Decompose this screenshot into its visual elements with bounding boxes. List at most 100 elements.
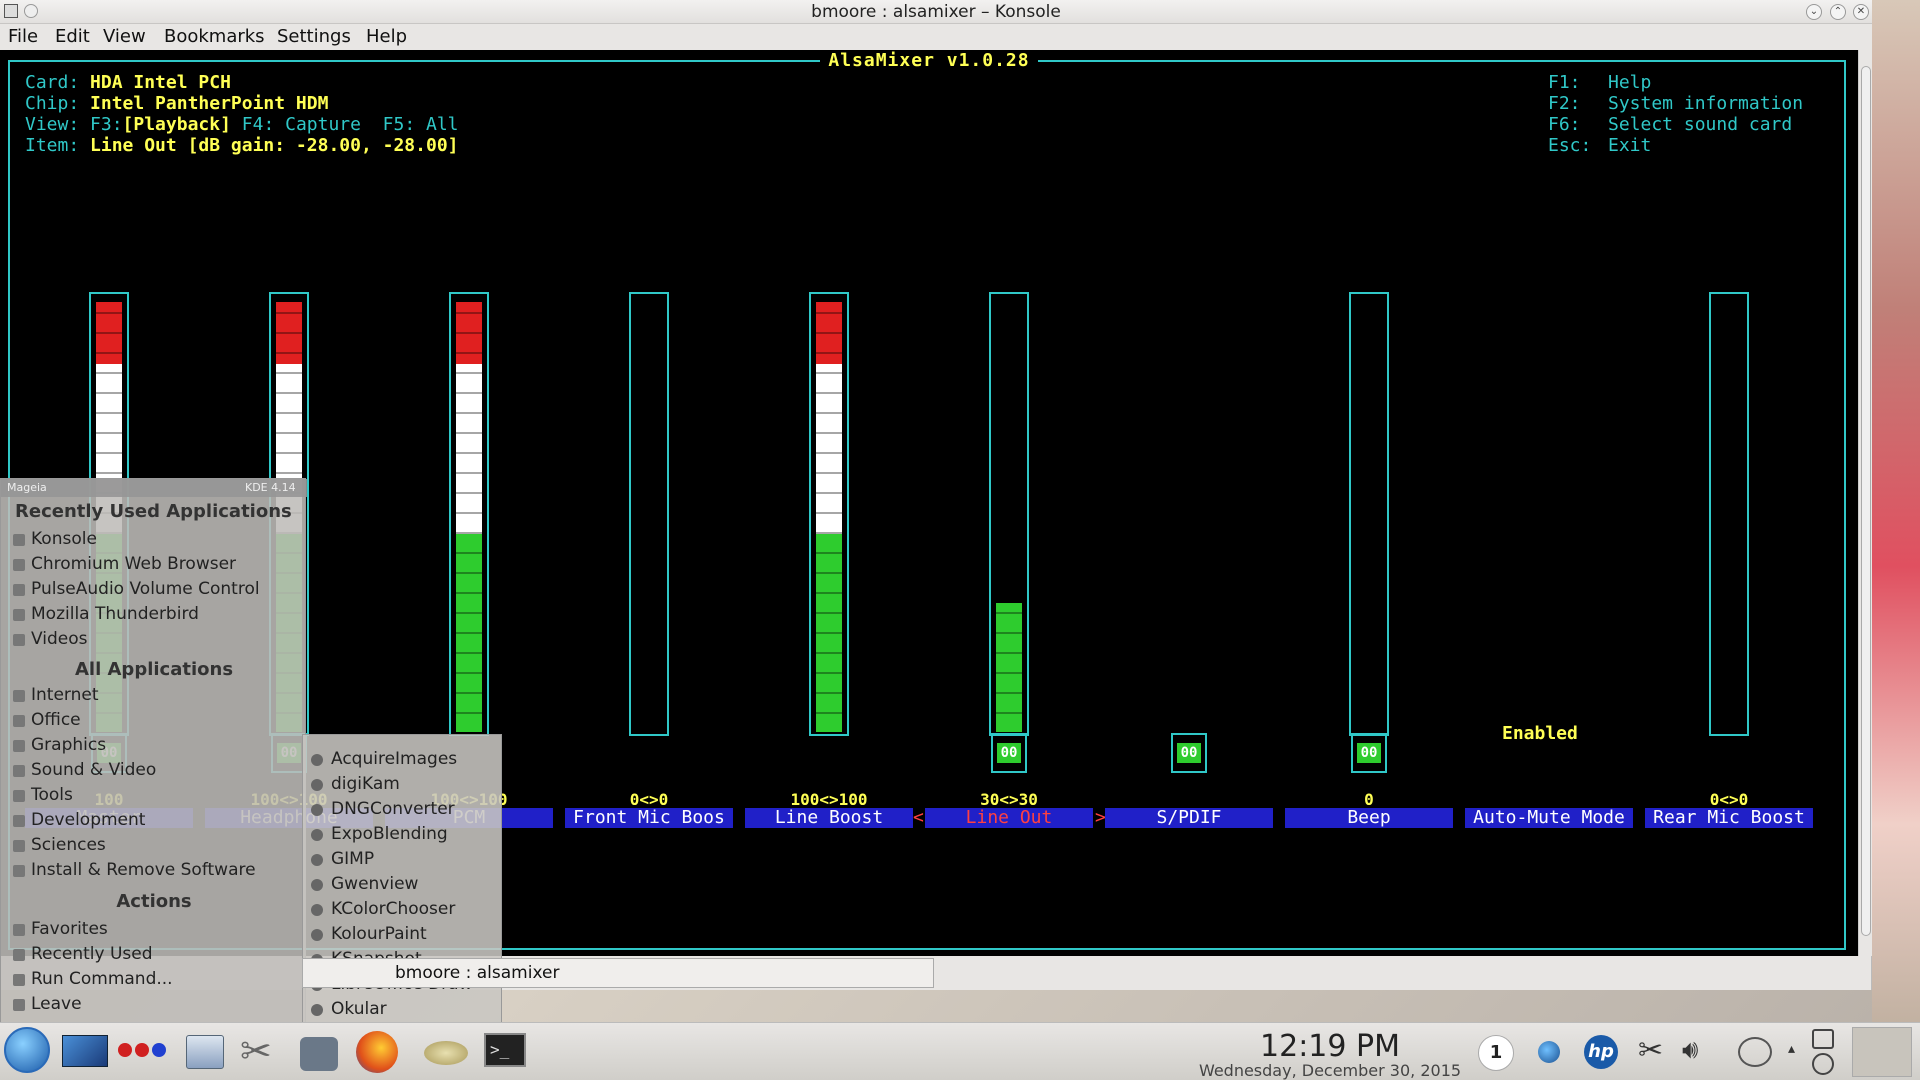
all-apps-title: All Applications — [74, 659, 234, 680]
recent-app-label: Mozilla Thunderbird — [31, 604, 199, 624]
volume-bar-line-out[interactable] — [989, 292, 1029, 736]
channel-name-line-out[interactable]: Line Out — [925, 808, 1093, 828]
graphics-app-item[interactable]: Gwenview — [303, 874, 501, 899]
desktop-icon[interactable] — [62, 1035, 108, 1067]
app-icon — [13, 609, 25, 621]
action-item[interactable]: Recently Used — [1, 944, 301, 969]
recent-app-item[interactable]: Konsole — [1, 529, 301, 554]
tools-icon[interactable]: ✂ — [240, 1031, 280, 1071]
category-item[interactable]: Install & Remove Software — [1, 860, 301, 885]
app-icon — [13, 949, 25, 961]
volume-fill-line-boost — [816, 302, 842, 732]
app-icon — [311, 929, 323, 941]
volume-bar-pcm[interactable] — [449, 292, 489, 736]
scrollbar-thumb[interactable] — [1861, 66, 1871, 936]
volume-bar-rear-mic-boost[interactable] — [1709, 292, 1749, 736]
close-icon[interactable]: ✕ — [1853, 4, 1869, 20]
volume-bar-beep[interactable] — [1349, 292, 1389, 736]
action-item[interactable]: Favorites — [1, 919, 301, 944]
category-item[interactable]: Internet — [1, 685, 301, 710]
volume-icon[interactable]: 🔊︎ — [1682, 1035, 1698, 1066]
channel-name-s-pdif[interactable]: S/PDIF — [1105, 808, 1273, 828]
volume-fill-pcm — [456, 302, 482, 732]
auto-mute-value: Enabled — [1502, 723, 1578, 744]
action-item[interactable]: Leave — [1, 994, 301, 1019]
action-item[interactable]: Run Command... — [1, 969, 301, 994]
category-label: Install & Remove Software — [31, 860, 256, 880]
mute-state-s-pdif: 00 — [1177, 743, 1201, 763]
category-item[interactable]: Graphics — [1, 735, 301, 760]
volume-bar-line-boost[interactable] — [809, 292, 849, 736]
channel-name-beep[interactable]: Beep — [1285, 808, 1453, 828]
clock-date[interactable]: Wednesday, December 30, 2015 — [1180, 1061, 1480, 1080]
channel-name-auto-mute-mode[interactable]: Auto-Mute Mode — [1465, 808, 1633, 828]
panel-widget-thumbnail[interactable] — [1852, 1027, 1912, 1077]
recent-app-item[interactable]: Videos — [1, 629, 301, 654]
app-icon — [311, 779, 323, 791]
graphics-app-item[interactable]: KColorChooser — [303, 899, 501, 924]
clock-time[interactable]: 12:19 PM — [1210, 1029, 1450, 1064]
desktop-pager[interactable]: 1 — [1478, 1035, 1514, 1071]
mute-toggle-line-out[interactable]: 00 — [991, 733, 1027, 773]
app-icon — [311, 829, 323, 841]
file-manager-icon[interactable] — [186, 1035, 224, 1069]
graphics-app-item[interactable]: DNGConverter — [303, 799, 501, 824]
graphics-app-item[interactable]: AcquireImages — [303, 749, 501, 774]
app-icon — [13, 690, 25, 702]
recent-app-item[interactable]: PulseAudio Volume Control — [1, 579, 301, 604]
graphics-app-label: DNGConverter — [331, 799, 455, 819]
graphics-app-item[interactable]: digiKam — [303, 774, 501, 799]
app-icon — [311, 854, 323, 866]
window-titlebar[interactable]: bmoore : alsamixer – Konsole ⌄ ⌃ ✕ — [0, 0, 1872, 24]
mute-toggle-s-pdif[interactable]: 00 — [1171, 733, 1207, 773]
menu-edit[interactable]: Edit — [55, 26, 90, 47]
category-label: Sciences — [31, 835, 106, 855]
category-item[interactable]: Sciences — [1, 835, 301, 860]
app-icon — [13, 584, 25, 596]
category-item[interactable]: Office — [1, 710, 301, 735]
app-icon — [13, 740, 25, 752]
hp-printer-icon[interactable]: hp — [1584, 1035, 1618, 1069]
channel-name-line-boost[interactable]: Line Boost — [745, 808, 913, 828]
category-item[interactable]: Sound & Video — [1, 760, 301, 785]
menu-settings[interactable]: Settings — [277, 26, 351, 47]
terminal-scrollbar[interactable] — [1858, 50, 1872, 956]
category-item[interactable]: Development — [1, 810, 301, 835]
tray-expand-icon[interactable]: ▴ — [1788, 1041, 1795, 1057]
window-title: bmoore : alsamixer – Konsole — [811, 2, 1061, 22]
graphics-app-label: KColorChooser — [331, 899, 456, 919]
lock-screen-icon[interactable] — [1812, 1029, 1834, 1049]
category-label: Tools — [31, 785, 73, 805]
maximize-icon[interactable]: ⌃ — [1830, 4, 1846, 20]
recent-app-item[interactable]: Mozilla Thunderbird — [1, 604, 301, 629]
graphics-app-item[interactable]: GIMP — [303, 849, 501, 874]
category-item[interactable]: Tools — [1, 785, 301, 810]
volume-bar-front-mic-boos[interactable] — [629, 292, 669, 736]
graphics-app-item[interactable]: Okular — [303, 999, 501, 1024]
graphics-app-item[interactable]: ExpoBlending — [303, 824, 501, 849]
audio-player-icon[interactable] — [424, 1041, 468, 1065]
usb-device-icon[interactable] — [1738, 1037, 1772, 1067]
graphics-app-item[interactable]: KolourPaint — [303, 924, 501, 949]
menu-file[interactable]: File — [8, 26, 38, 47]
power-icon[interactable] — [1812, 1053, 1834, 1075]
menu-help[interactable]: Help — [366, 26, 407, 47]
channel-name-rear-mic-boost[interactable]: Rear Mic Boost — [1645, 808, 1813, 828]
recent-app-label: PulseAudio Volume Control — [31, 579, 260, 599]
activities-icon[interactable] — [118, 1041, 168, 1061]
channel-name-front-mic-boos[interactable]: Front Mic Boos — [565, 808, 733, 828]
app-icon — [13, 634, 25, 646]
clipboard-scissors-icon[interactable]: ✂ — [1638, 1033, 1663, 1068]
launcher-version: KDE 4.14 — [245, 481, 296, 494]
category-label: Internet — [31, 685, 99, 705]
menu-bookmarks[interactable]: Bookmarks — [164, 26, 265, 47]
recent-app-item[interactable]: Chromium Web Browser — [1, 554, 301, 579]
mute-toggle-beep[interactable]: 00 — [1351, 733, 1387, 773]
software-manager-icon[interactable] — [300, 1037, 338, 1071]
minimize-icon[interactable]: ⌄ — [1806, 4, 1822, 20]
launcher-button-icon[interactable] — [4, 1027, 50, 1073]
network-globe-icon[interactable] — [1538, 1041, 1560, 1063]
konsole-task-icon[interactable]: >_ — [484, 1033, 526, 1067]
menu-view[interactable]: View — [103, 26, 146, 47]
firefox-icon[interactable] — [356, 1031, 398, 1073]
